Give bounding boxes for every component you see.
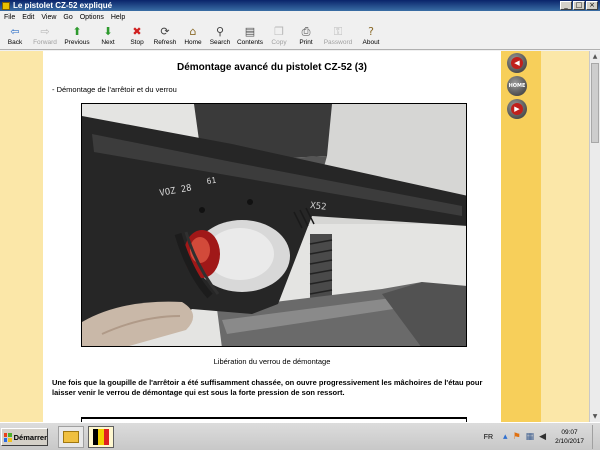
system-tray: FR ▴ ⚑ ▦ ◀ 09:07 2/10/2017: [484, 425, 600, 449]
network-icon[interactable]: ▦: [526, 432, 535, 442]
scroll-up-icon[interactable]: ▲: [590, 51, 600, 62]
window-title: Le pistolet CZ-52 expliqué: [13, 1, 113, 10]
toolbar-label: Previous: [64, 39, 90, 46]
help-viewer-window: Le pistolet CZ-52 expliqué _ □ × File Ed…: [0, 0, 600, 422]
folder-icon: [63, 431, 79, 443]
forward-button: ⇨ Forward: [28, 23, 62, 50]
toolbar-label: Search: [209, 39, 231, 46]
windows-logo-icon: [4, 432, 12, 442]
arrow-right-icon: ⇨: [40, 25, 50, 38]
next-button[interactable]: ⬇ Next: [92, 23, 124, 50]
toolbar-label: Next: [101, 39, 115, 46]
menu-help[interactable]: Help: [109, 14, 130, 21]
print-icon: ⎙: [301, 25, 311, 38]
refresh-icon: ⟳: [160, 25, 170, 38]
toolbar-label: Stop: [130, 39, 144, 46]
toolbar: ⇦ Back ⇨ Forward ⬆ Previous ⬇ Next ✖ Stop ⟳ Refresh…: [0, 23, 600, 50]
clock-time: 09:07: [561, 429, 578, 436]
home-icon: HOME: [508, 83, 526, 89]
arrow-up-icon: ⬆: [72, 25, 82, 38]
toolbar-label: Refresh: [153, 39, 177, 46]
maximize-button[interactable]: □: [573, 1, 585, 10]
start-label: Démarrer: [13, 432, 47, 442]
explorer-taskbar-button[interactable]: [58, 426, 84, 448]
scroll-thumb[interactable]: [591, 63, 599, 143]
vertical-scrollbar[interactable]: ▲ ▼: [589, 51, 600, 422]
toolbar-label: Home: [184, 39, 202, 46]
toolbar-label: Contents: [236, 39, 264, 46]
title-bar[interactable]: Le pistolet CZ-52 expliqué _ □ ×: [0, 0, 600, 11]
toolbar-label: Password: [323, 39, 353, 46]
menu-go[interactable]: Go: [61, 14, 77, 21]
close-button[interactable]: ×: [586, 1, 598, 10]
next-page-button[interactable]: ▶: [507, 99, 527, 119]
minimize-button[interactable]: _: [560, 1, 572, 10]
document-page: Démontage avancé du pistolet CZ-52 (3) -…: [43, 51, 501, 422]
menu-file[interactable]: File: [2, 14, 20, 21]
toolbar-label: About: [362, 39, 380, 46]
warning-flag-icon[interactable]: ⚑: [513, 432, 521, 442]
refresh-button[interactable]: ⟳ Refresh: [150, 23, 180, 50]
arrow-right-icon: ▶: [511, 103, 523, 115]
body-paragraph: Une fois que la goupille de l'arrêtoir a…: [52, 378, 483, 397]
back-button[interactable]: ⇦ Back: [2, 23, 28, 50]
show-desktop-button[interactable]: [592, 425, 600, 449]
stop-button[interactable]: ✖ Stop: [124, 23, 150, 50]
toolbar-label: Forward: [33, 39, 57, 46]
language-indicator[interactable]: FR: [484, 434, 493, 441]
home-icon: ⌂: [189, 25, 197, 38]
page-title: Démontage avancé du pistolet CZ-52 (3): [176, 62, 368, 73]
about-button[interactable]: ? About: [356, 23, 386, 50]
arrow-left-icon: ◀: [511, 57, 523, 69]
arrow-down-icon: ⬇: [103, 25, 113, 38]
search-button[interactable]: ⚲ Search: [206, 23, 234, 50]
photo-caption: Libération du verrou de démontage: [213, 357, 331, 366]
home-page-button[interactable]: HOME: [507, 76, 527, 96]
password-button: ⚿ Password: [320, 23, 356, 50]
marking-61: 61: [206, 176, 217, 186]
menu-bar: File Edit View Go Options Help: [0, 11, 600, 23]
marking-x52: X52: [310, 201, 327, 213]
section-label: - Démontage de l'arrêtoir et du verrou: [52, 85, 177, 94]
copy-button: ❐ Copy: [266, 23, 292, 50]
menu-options[interactable]: Options: [78, 14, 109, 21]
menu-edit[interactable]: Edit: [20, 14, 39, 21]
contents-icon: ▤: [244, 25, 256, 38]
scroll-down-icon[interactable]: ▼: [590, 411, 600, 422]
home-button[interactable]: ⌂ Home: [180, 23, 206, 50]
pistol-photo: VOZ 28 61 X52: [81, 103, 467, 347]
previous-button[interactable]: ⬆ Previous: [62, 23, 92, 50]
help-app-icon: [93, 429, 109, 445]
toolbar-label: Back: [7, 39, 23, 46]
app-icon: [2, 1, 10, 10]
menu-view[interactable]: View: [39, 14, 61, 21]
copy-icon: ❐: [274, 25, 284, 38]
tray-arrow-icon[interactable]: ▴: [503, 432, 508, 442]
toolbar-label: Copy: [271, 39, 287, 46]
key-icon: ⚿: [333, 25, 343, 38]
toolbar-label: Print: [299, 39, 313, 46]
clock-date: 2/10/2017: [555, 438, 584, 445]
contents-button[interactable]: ▤ Contents: [234, 23, 266, 50]
start-button[interactable]: Démarrer: [1, 428, 48, 446]
taskbar: Démarrer FR ▴ ⚑ ▦ ◀ 09:07 2/10/2017: [0, 422, 600, 450]
search-icon: ⚲: [215, 25, 225, 38]
print-button[interactable]: ⎙ Print: [292, 23, 320, 50]
arrow-left-icon: ⇦: [10, 25, 20, 38]
volume-icon[interactable]: ◀: [539, 432, 546, 442]
previous-page-button[interactable]: ◀: [507, 53, 527, 73]
about-icon: ?: [368, 25, 374, 38]
help-viewer-taskbar-button[interactable]: [88, 426, 114, 448]
stop-icon: ✖: [132, 25, 142, 38]
content-viewport: Démontage avancé du pistolet CZ-52 (3) -…: [0, 51, 589, 422]
clock[interactable]: 09:07 2/10/2017: [555, 428, 584, 446]
